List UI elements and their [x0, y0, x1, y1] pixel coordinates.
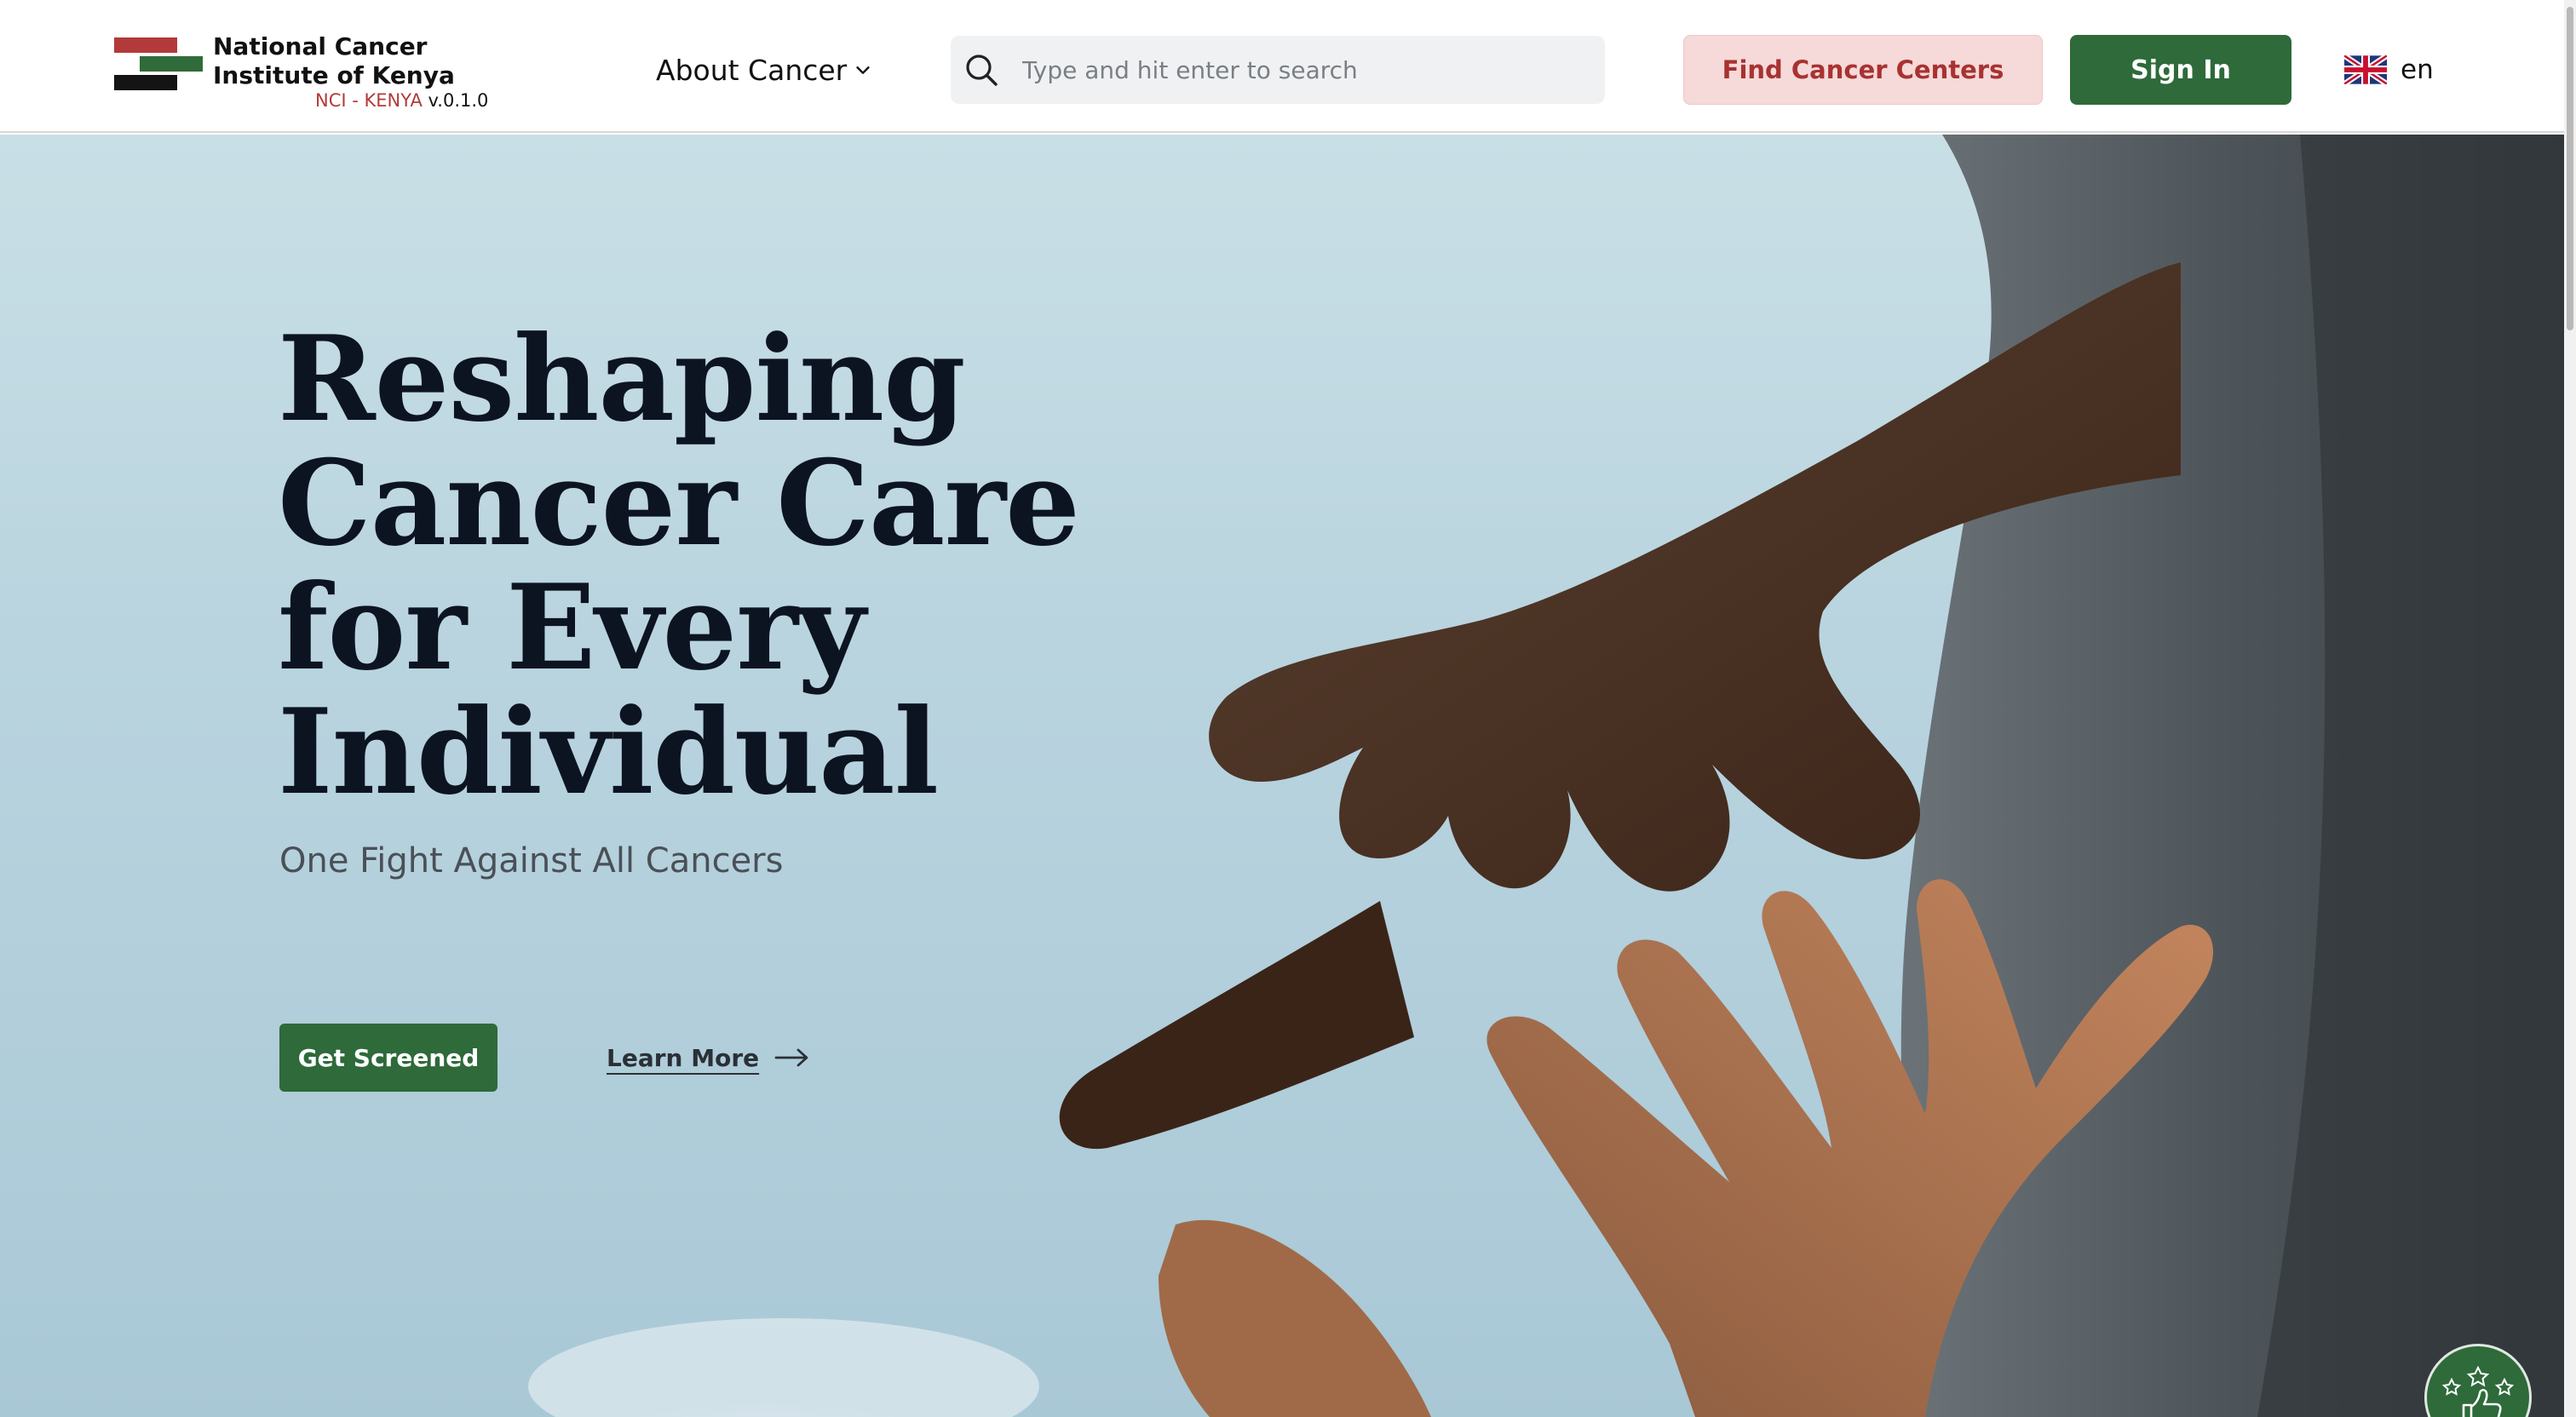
scrollbar-thumb[interactable]	[2567, 7, 2573, 330]
hero-section: Reshaping Cancer Care for Every Individu…	[0, 135, 2564, 1417]
hero-subtitle: One Fight Against All Cancers	[279, 841, 784, 881]
find-cancer-centers-button[interactable]: Find Cancer Centers	[1683, 35, 2043, 105]
page-scrollbar[interactable]	[2564, 0, 2576, 1417]
browser-window: National Cancer Institute of Kenya NCI -…	[0, 0, 2576, 1417]
search-icon	[966, 54, 998, 86]
rating-thumbs-up-icon	[2441, 1365, 2515, 1417]
site-header: National Cancer Institute of Kenya NCI -…	[0, 0, 2564, 133]
sign-in-button[interactable]: Sign In	[2070, 35, 2291, 105]
search-bar[interactable]	[951, 36, 1605, 104]
hero-title: Reshaping Cancer Care for Every Individu…	[278, 309, 1080, 821]
language-code: en	[2401, 54, 2434, 85]
uk-flag-icon	[2344, 55, 2387, 84]
logo-subtitle: NCI - KENYA v.0.1.0	[315, 90, 488, 111]
search-input[interactable]	[1022, 55, 1584, 84]
learn-more-label: Learn More	[607, 1043, 760, 1072]
language-selector[interactable]: en	[2344, 51, 2434, 89]
about-cancer-label: About Cancer	[656, 53, 848, 87]
app-version: v.0.1.0	[428, 90, 489, 111]
get-screened-button[interactable]: Get Screened	[279, 1024, 497, 1092]
logo-title[interactable]: National Cancer Institute of Kenya	[213, 32, 486, 90]
arrow-right-icon	[774, 1048, 808, 1067]
logo-short-name: NCI - KENYA	[315, 90, 423, 111]
logo-flag-icon[interactable]	[114, 37, 203, 90]
about-cancer-menu[interactable]: About Cancer	[656, 49, 872, 90]
chevron-down-icon	[856, 66, 870, 74]
learn-more-link[interactable]: Learn More	[607, 1039, 810, 1076]
